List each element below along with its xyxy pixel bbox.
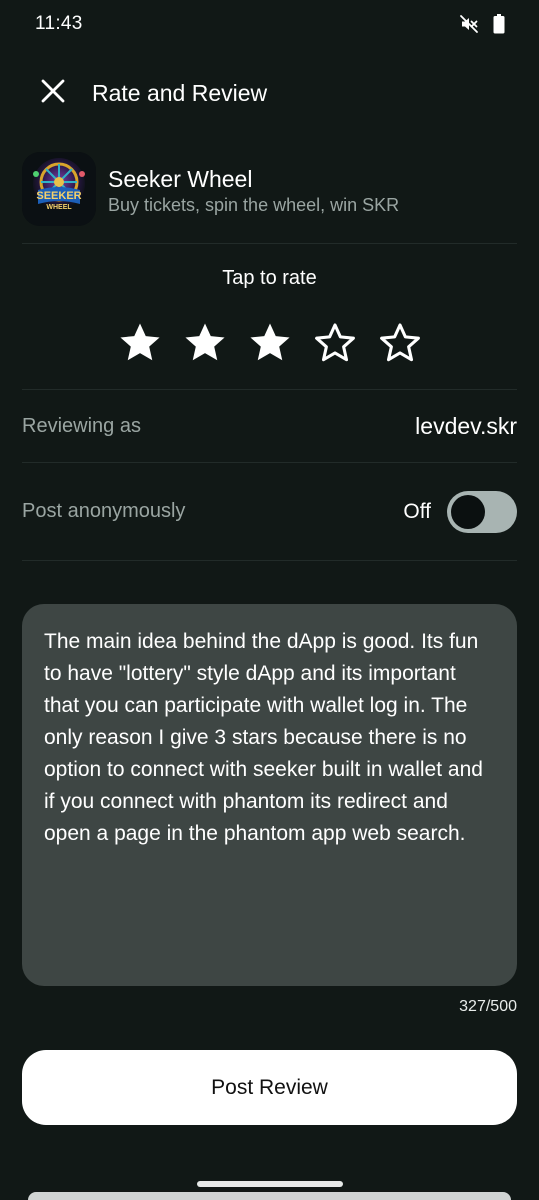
toggle-thumb bbox=[451, 495, 485, 529]
app-description: Buy tickets, spin the wheel, win SKR bbox=[108, 195, 400, 215]
star-1-icon[interactable] bbox=[115, 318, 165, 368]
close-icon bbox=[40, 78, 66, 109]
divider bbox=[22, 389, 517, 390]
close-button[interactable] bbox=[30, 70, 76, 116]
star-5-icon[interactable] bbox=[375, 318, 425, 368]
post-anonymously-label: Post anonymously bbox=[22, 500, 186, 522]
app-icon: SEEKER WHEEL bbox=[22, 152, 96, 226]
svg-text:SEEKER: SEEKER bbox=[36, 190, 81, 202]
mute-icon bbox=[459, 14, 479, 39]
review-text: The main idea behind the dApp is good. I… bbox=[44, 630, 489, 845]
divider bbox=[22, 243, 517, 244]
rate-review-screen: 11:43 Rate and Review SEEKER WHEEL Seeke… bbox=[0, 0, 539, 1200]
rate-label: Tap to rate bbox=[222, 267, 317, 289]
divider bbox=[22, 560, 517, 561]
home-indicator[interactable] bbox=[197, 1181, 343, 1187]
app-name: Seeker Wheel bbox=[108, 166, 253, 192]
post-review-button[interactable]: Post Review bbox=[22, 1050, 517, 1125]
status-time: 11:43 bbox=[35, 13, 83, 34]
post-review-label: Post Review bbox=[211, 1075, 328, 1099]
review-text-field[interactable]: The main idea behind the dApp is good. I… bbox=[22, 604, 517, 986]
status-icons bbox=[459, 14, 505, 39]
app-info: SEEKER WHEEL Seeker Wheel Buy tickets, s… bbox=[22, 152, 517, 232]
toggle-state-label: Off bbox=[403, 500, 431, 523]
reviewing-as-label: Reviewing as bbox=[22, 415, 141, 437]
battery-icon bbox=[493, 14, 505, 39]
bottom-edge bbox=[28, 1192, 511, 1200]
star-4-icon[interactable] bbox=[310, 318, 360, 368]
star-3-icon[interactable] bbox=[245, 318, 295, 368]
anonymous-toggle-group: Off bbox=[403, 490, 517, 534]
post-anonymously-toggle[interactable] bbox=[447, 491, 517, 533]
star-rating bbox=[115, 318, 425, 368]
app-header: Rate and Review bbox=[0, 66, 539, 120]
character-counter: 327/500 bbox=[459, 998, 517, 1015]
status-bar: 11:43 bbox=[0, 0, 539, 48]
star-2-icon[interactable] bbox=[180, 318, 230, 368]
divider bbox=[22, 462, 517, 463]
reviewer-name: levdev.skr bbox=[415, 413, 517, 439]
svg-text:WHEEL: WHEEL bbox=[46, 204, 72, 211]
page-title: Rate and Review bbox=[92, 80, 268, 106]
